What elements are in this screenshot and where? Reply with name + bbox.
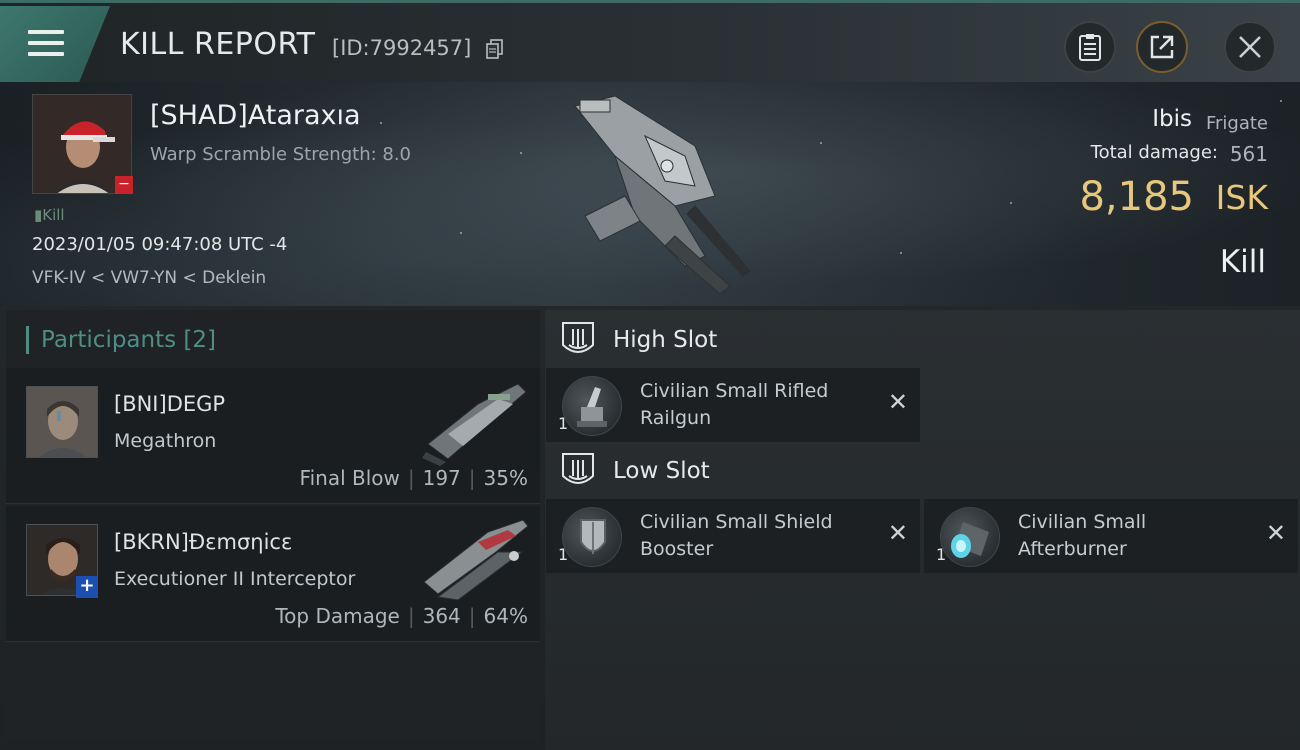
kill-location[interactable]: VFK-IV < VW7-YN < Deklein xyxy=(32,268,266,288)
railgun-icon xyxy=(562,376,622,436)
participant-portrait-image xyxy=(27,387,97,457)
module-name: Civilian Small Shield Booster xyxy=(640,511,833,560)
menu-button[interactable] xyxy=(0,6,110,82)
report-id: [ID:7992457] xyxy=(332,36,472,60)
participant-corp-badge: + xyxy=(76,576,98,598)
share-button[interactable] xyxy=(1136,21,1188,73)
high-slot-icon xyxy=(562,322,594,353)
participant-ship-image xyxy=(423,519,529,601)
clipboard-button[interactable] xyxy=(1064,21,1116,73)
close-button[interactable] xyxy=(1224,21,1276,73)
low-slot-icon xyxy=(562,453,594,484)
participant-stats: Top Damage | 364 | 64% xyxy=(275,604,528,628)
low-slot-header: Low Slot xyxy=(545,444,1300,500)
high-slot-title: High Slot xyxy=(613,327,718,353)
module-destroyed-icon: ✕ xyxy=(887,519,908,547)
module-quantity: 1 xyxy=(558,414,569,433)
warp-scramble-strength: Warp Scramble Strength: 8.0 xyxy=(150,144,412,165)
participant-damage: 197 xyxy=(422,466,461,490)
high-slot-header: High Slot xyxy=(545,313,1300,369)
header-bar: KILL REPORT [ID:7992457] xyxy=(0,0,1300,82)
module-slot[interactable]: 1 Civilian Small Shield Booster ✕ xyxy=(546,499,920,573)
module-slot[interactable]: 1 Civilian Small Afterburner ✕ xyxy=(924,499,1298,573)
kill-datetime: 2023/01/05 09:47:08 UTC -4 xyxy=(32,234,288,255)
module-destroyed-icon: ✕ xyxy=(1265,519,1286,547)
participant-name[interactable]: [BKRN]Đεmσηicε xyxy=(114,530,292,554)
participant-name[interactable]: [BNI]DEGP xyxy=(114,392,225,416)
page-title: KILL REPORT xyxy=(120,27,316,62)
kill-tag: ▮Kill xyxy=(34,206,65,224)
participant-role: Top Damage xyxy=(275,604,400,628)
afterburner-icon xyxy=(940,507,1000,567)
victim-status-badge: − xyxy=(115,176,133,194)
module-slot[interactable]: 1 Civilian Small Rifled Railgun ✕ xyxy=(546,368,920,442)
total-damage-label: Total damage: xyxy=(1090,142,1218,163)
clipboard-icon xyxy=(1079,34,1101,61)
participant-row[interactable]: [BNI]DEGP Megathron Final Blow | 197 | 35% xyxy=(6,368,540,504)
kill-report-window: KILL REPORT [ID:7992457] − [SHAD]Ataraxı… xyxy=(0,0,1300,750)
close-icon xyxy=(1239,36,1261,58)
victim-summary: − [SHAD]Ataraxıa Warp Scramble Strength:… xyxy=(0,82,1300,306)
participant-row[interactable]: + [BKRN]Đεmσηicε Executioner II Intercep… xyxy=(6,506,540,642)
participants-title: Participants [2] xyxy=(26,326,216,354)
shield-booster-icon xyxy=(562,507,622,567)
copy-icon[interactable] xyxy=(486,39,504,59)
participant-stats: Final Blow | 197 | 35% xyxy=(299,466,528,490)
participant-role: Final Blow xyxy=(299,466,400,490)
kill-tag-label: Kill xyxy=(42,206,65,224)
isk-value: 8,185 xyxy=(1079,174,1194,220)
participant-ship: Executioner II Interceptor xyxy=(114,568,356,590)
module-name: Civilian Small Rifled Railgun xyxy=(640,380,829,429)
victim-ship-image xyxy=(574,95,751,295)
low-slot-title: Low Slot xyxy=(613,458,710,484)
participant-ship: Megathron xyxy=(114,430,217,452)
participant-ship-image xyxy=(422,383,527,466)
victim-ship-class: Frigate xyxy=(1205,113,1268,134)
participant-damage-percent: 35% xyxy=(483,466,528,490)
participant-avatar[interactable] xyxy=(26,386,98,458)
kill-result-label: Kill xyxy=(1219,244,1266,280)
hamburger-menu-icon xyxy=(28,30,64,60)
participant-damage: 364 xyxy=(422,604,461,628)
share-icon xyxy=(1150,35,1174,59)
victim-name[interactable]: [SHAD]Ataraxıa xyxy=(150,100,361,131)
module-quantity: 1 xyxy=(936,545,947,564)
victim-ship-name[interactable]: Ibis xyxy=(1152,106,1192,132)
module-name: Civilian Small Afterburner xyxy=(1018,511,1147,560)
isk-unit: ISK xyxy=(1215,178,1268,217)
module-quantity: 1 xyxy=(558,545,569,564)
total-damage-value: 561 xyxy=(1229,142,1268,166)
participant-damage-percent: 64% xyxy=(483,604,528,628)
module-destroyed-icon: ✕ xyxy=(887,388,908,416)
